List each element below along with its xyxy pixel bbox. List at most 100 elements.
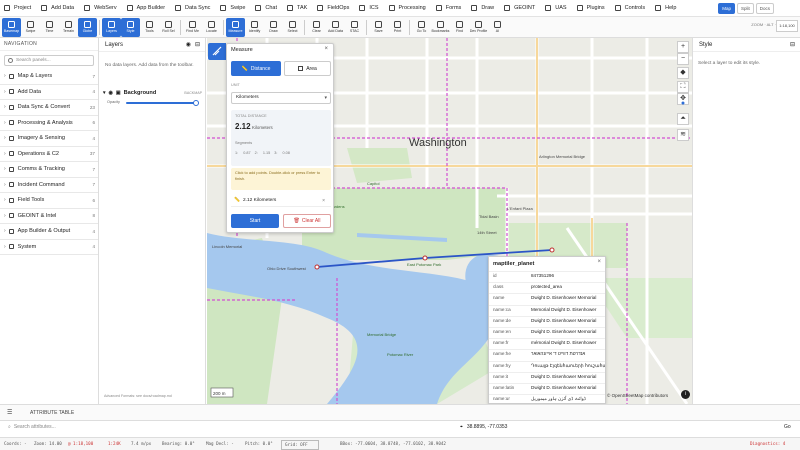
attribute-search-input[interactable]: ⌕ Search attributes... [8,424,56,430]
clear-all-button[interactable]: 🗑 Clear All [283,214,331,228]
nav-item-count: 7 [92,182,95,188]
nav-item-geoint-intel[interactable]: › GEOINT & Intel 8 [0,209,98,224]
nav-search-input[interactable]: Search panels... [4,55,94,66]
toolbar-label: Draw [269,29,278,33]
menu-processing[interactable]: Processing [385,0,432,17]
menu-uas[interactable]: UAS [541,0,572,17]
mode-docs[interactable]: Docs [755,3,774,14]
nav-item-incident-command[interactable]: › Incident Command 7 [0,178,98,193]
toolbar-layers-button[interactable]: Layers [102,17,121,37]
nav-item-app-builder-output[interactable]: › App Builder & Output 4 [0,224,98,240]
toolbar-select-button[interactable]: Select [283,18,302,37]
chevron-down-icon[interactable]: ▾ [103,90,106,96]
unit-select[interactable]: Kilometers [231,92,331,104]
toolbar-style-button[interactable]: Style [121,17,140,37]
toolbar-globe-button[interactable]: Globe [78,17,97,37]
menu-geoint[interactable]: GEOINT [500,0,541,17]
nav-item-map-layers[interactable]: › Map & Layers 7 [0,69,98,85]
menu-app-builder[interactable]: App Builder [123,0,171,17]
diagnostics-button[interactable]: Diagnostics: 4 [750,438,785,450]
toolbar-find-me-button[interactable]: Find Me [183,18,202,37]
toolbar-terrain-button[interactable]: Terrain [59,18,78,37]
toolbar-tools-button[interactable]: Tools [140,18,159,37]
nav-item-operations-c2[interactable]: › Operations & C2 37 [0,147,98,162]
nav-item-data-sync-convert[interactable]: › Data Sync & Convert 23 [0,100,98,116]
menu-help[interactable]: Help [651,0,682,17]
toolbar-add-data-button[interactable]: Add Data [326,18,345,37]
background-layer-row[interactable]: ▾ ◉ ▣ Background BACKMAP [103,88,202,98]
toolbar-print-button[interactable]: Print [388,18,407,37]
menu-controls[interactable]: Controls [611,0,651,17]
menu-plugins[interactable]: Plugins [573,0,611,17]
info-icon[interactable]: i [681,390,690,399]
menu-ics[interactable]: ICS [355,0,384,17]
main-toolbar: Basemap Swipe Time Terrain Globe Layers Style T… [0,17,800,38]
toolbar-bookmarks-button[interactable]: Bookmarks [431,18,450,37]
toolbar-find-button[interactable]: Find [450,18,469,37]
toolbar-ai-button[interactable]: AI [488,18,507,37]
toolbar-label: Swipe [25,29,36,33]
toolbar-time-button[interactable]: Time [40,18,59,37]
go-button[interactable]: Go [784,424,791,430]
start-button[interactable]: Start [231,214,279,228]
nav-item-system[interactable]: › System 4 [0,240,98,255]
toolbar-clear-button[interactable]: Clear [307,18,326,37]
attribute-table-bar[interactable]: ☰ ATTRIBUTE TABLE [0,404,800,421]
opacity-slider[interactable] [126,102,196,104]
mode-map[interactable]: Map [718,3,735,14]
toolbar-save-button[interactable]: Save [369,18,388,37]
fullscreen-icon[interactable]: ⛶ [677,81,689,93]
nav-item-imagery-sensing[interactable]: › Imagery & Sensing 4 [0,131,98,147]
toolbar-roll-sel-button[interactable]: Roll Sel [159,18,178,37]
nav-item-add-data[interactable]: › Add Data 4 [0,85,98,100]
menu-fieldops[interactable]: FieldOps [313,0,355,17]
nav-item-processing-analysis[interactable]: › Processing & Analysis 6 [0,116,98,131]
toolbar-label: Roll Sel [162,29,175,33]
measure-tab-icon[interactable] [208,43,226,60]
scale-input[interactable]: 1:18,100 [776,20,798,32]
coordinate-input[interactable]: ⌖ 38.8895, -77.0353 [460,424,507,430]
menu-chat[interactable]: Chat [251,0,283,17]
toolbar-dev-profile-button[interactable]: Dev Profile [469,18,488,37]
toolbar-draw-button[interactable]: Draw [264,18,283,37]
app-builder-output-icon [8,228,14,234]
toolbar-measure-button[interactable]: Measure [226,17,245,37]
nav-item-comms-tracking[interactable]: › Comms & Tracking 7 [0,162,98,178]
menu-forms[interactable]: Forms [432,0,468,17]
toolbar-basemap-button[interactable]: Basemap [2,17,21,37]
opacity-slider-handle[interactable] [193,99,199,106]
menu-webserv[interactable]: WebServ [80,0,123,17]
toolbar-go-to-button[interactable]: Go To [412,18,431,37]
close-icon[interactable]: ⊟ [195,38,200,52]
mode-split[interactable]: Split [736,3,754,14]
distance-mode-button[interactable]: 📏 Distance [231,61,281,76]
close-icon[interactable]: × [324,46,328,52]
terrain-icon[interactable]: ⏶ [677,113,689,125]
eye-icon[interactable]: ◉ [186,38,191,52]
toolbar-identify-button[interactable]: Identify [245,18,264,37]
layers-stack-icon[interactable]: ≋ [677,129,689,141]
globe-icon[interactable]: ● [677,99,689,111]
close-icon[interactable]: ⊟ [790,38,795,52]
menu-data-sync[interactable]: Data Sync [171,0,216,17]
menu-tak[interactable]: TAK [283,0,313,17]
toolbar-locate-button[interactable]: Locate [202,18,221,37]
area-mode-button[interactable]: Area [284,61,331,76]
nav-item-field-tools[interactable]: › Field Tools 6 [0,193,98,209]
grid-select[interactable]: Grid: OFF [281,439,319,450]
zoom-out-button[interactable]: − [677,53,689,65]
eye-icon[interactable]: ◉ [109,90,113,96]
menu-draw[interactable]: Draw [467,0,500,17]
app-builder-icon [126,5,133,11]
scale-bar: 200 m [213,391,226,396]
compass-icon[interactable]: ◆ [677,67,689,79]
close-icon[interactable]: × [597,259,601,265]
menu-add-data[interactable]: Add Data [37,0,80,17]
toolbar-stac-button[interactable]: STAC [345,18,364,37]
menu-project[interactable]: Project [0,0,37,17]
chevron-right-icon: › [4,119,6,126]
remove-result-icon[interactable]: × [322,195,325,207]
zoom-in-button[interactable]: + [677,41,689,53]
menu-swipe[interactable]: Swipe [216,0,251,17]
toolbar-swipe-button[interactable]: Swipe [21,18,40,37]
